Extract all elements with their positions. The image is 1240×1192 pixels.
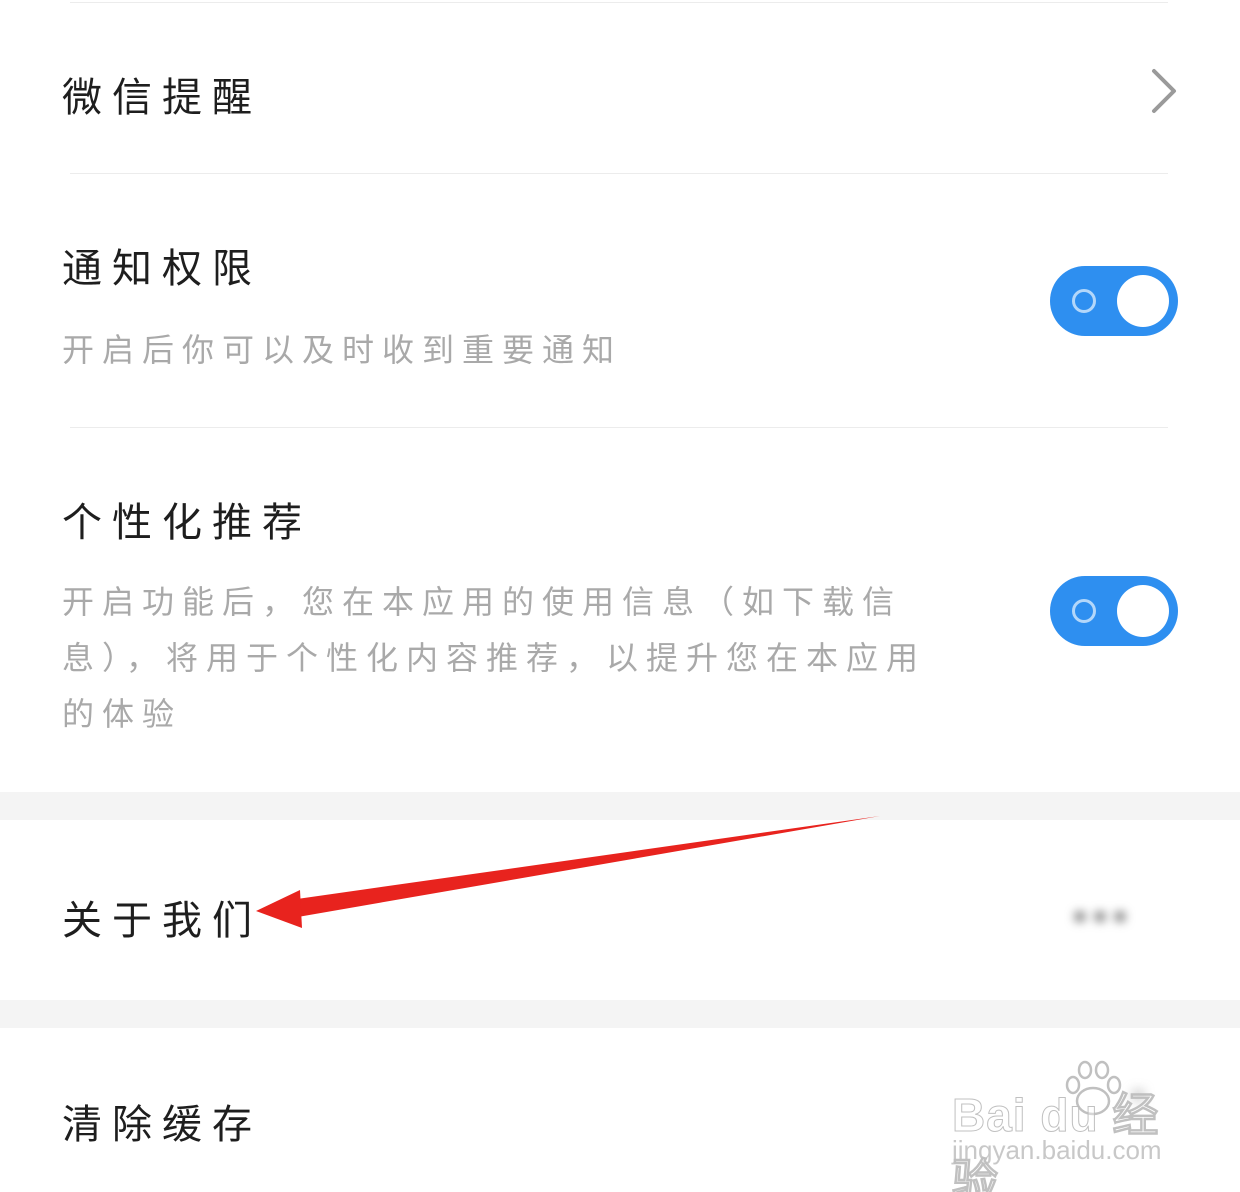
toggle-knob — [1117, 275, 1169, 327]
wechat-reminder-title: 微信提醒 — [62, 75, 262, 121]
notification-permission-row: 通知权限 开启后你可以及时收到重要通知 — [0, 174, 1240, 427]
personalized-recommendation-row: 个性化推荐 开启功能后，您在本应用的使用信息（如下载信息），将用于个性化内容推荐… — [0, 428, 1240, 792]
cache-size-value: • — [1130, 1080, 1147, 1113]
notification-permission-description: 开启后你可以及时收到重要通知 — [62, 331, 623, 369]
notification-permission-toggle[interactable] — [1050, 266, 1178, 336]
clear-cache-row[interactable]: 清除缓存 — [0, 1028, 1240, 1192]
toggle-knob — [1117, 585, 1169, 637]
notification-permission-title: 通知权限 — [62, 246, 262, 292]
chevron-right-icon — [1152, 69, 1176, 113]
clear-cache-title: 清除缓存 — [62, 1102, 262, 1148]
section-gap — [0, 792, 1240, 820]
section-gap — [0, 1000, 1240, 1028]
version-value: ••• — [1069, 898, 1131, 938]
toggle-on-indicator-icon — [1072, 289, 1096, 313]
toggle-on-indicator-icon — [1072, 599, 1096, 623]
personalized-recommendation-description: 开启功能后，您在本应用的使用信息（如下载信息），将用于个性化内容推荐，以提升您在… — [62, 583, 927, 733]
personalized-recommendation-toggle[interactable] — [1050, 576, 1178, 646]
settings-page: 微信提醒 通知权限 开启后你可以及时收到重要通知 个性化推荐 开启功能后，您在本… — [0, 0, 1240, 1192]
wechat-reminder-row[interactable]: 微信提醒 — [0, 3, 1240, 173]
personalized-recommendation-title: 个性化推荐 — [62, 500, 312, 546]
about-us-title: 关于我们 — [62, 898, 262, 944]
